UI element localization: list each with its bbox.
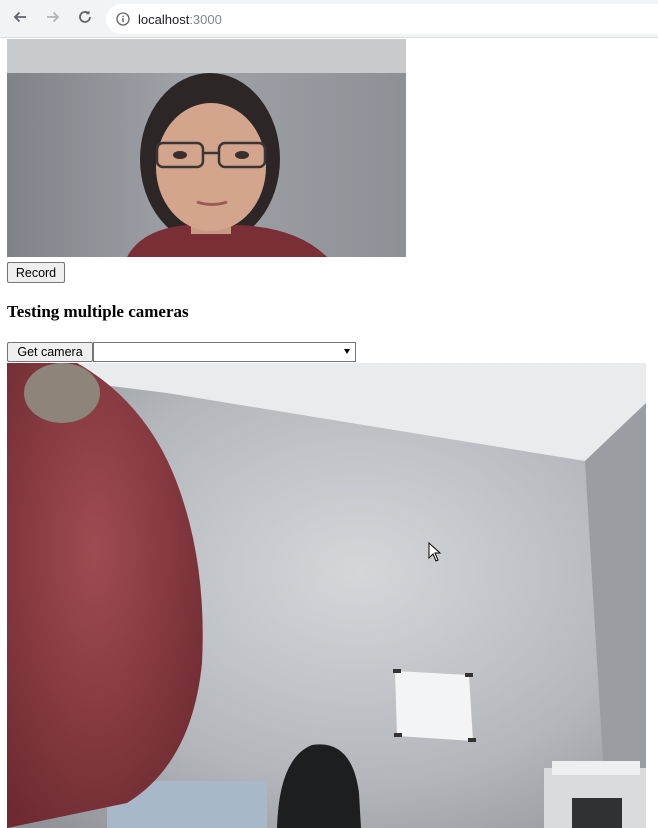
- back-button[interactable]: [8, 7, 32, 31]
- camera-preview-video: [7, 39, 406, 257]
- record-button[interactable]: Record: [7, 262, 65, 283]
- get-camera-button[interactable]: Get camera: [7, 342, 93, 362]
- caret-down-icon: [344, 349, 350, 354]
- reload-icon: [76, 8, 94, 31]
- url-host: localhost: [138, 11, 190, 27]
- address-bar[interactable]: localhost:3000: [106, 4, 658, 34]
- url-text: localhost:3000: [138, 12, 222, 27]
- browser-toolbar: localhost:3000: [0, 0, 658, 38]
- info-icon[interactable]: [116, 12, 130, 26]
- url-port: :3000: [189, 11, 222, 27]
- page-heading: Testing multiple cameras: [7, 302, 189, 321]
- arrow-left-icon: [11, 8, 29, 31]
- forward-button[interactable]: [41, 7, 65, 31]
- selected-camera-video: [7, 363, 646, 828]
- reload-button[interactable]: [73, 7, 97, 31]
- camera-select[interactable]: [93, 342, 356, 362]
- arrow-right-icon: [44, 8, 62, 31]
